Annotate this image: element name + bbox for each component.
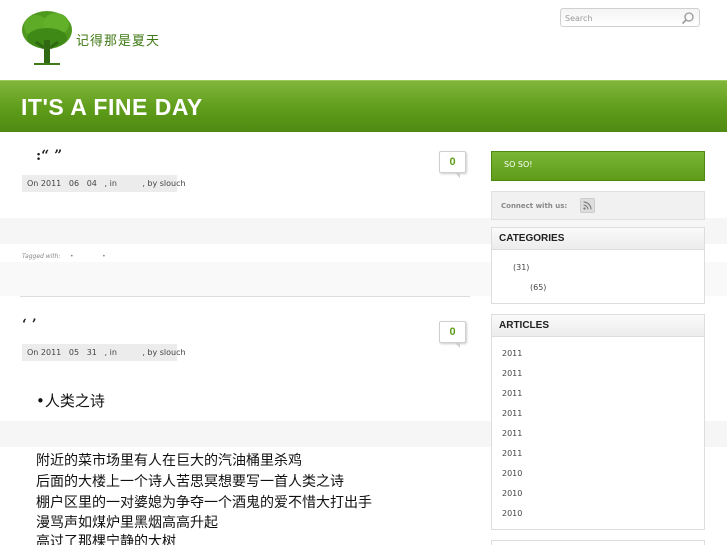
poem-line: 附近的菜市场里有人在巨大的汽油桶里杀鸡 [36, 453, 302, 469]
poem-line: 漫骂声如煤炉里黑烟高高升起 [36, 515, 218, 531]
search-box [560, 8, 700, 27]
comment-count-badge[interactable]: 0 [439, 321, 466, 348]
article-item[interactable]: 2011 [502, 349, 522, 358]
post-divider [20, 296, 470, 297]
articles-widget: ARTICLES 2011 2011 2011 2011 2011 2011 2… [491, 314, 705, 530]
article-item[interactable]: 2011 [502, 449, 522, 458]
connect-label: Connect with us: [501, 202, 568, 210]
search-input[interactable] [565, 11, 677, 25]
poem-line: 高过了那棵宁静的大树 [36, 534, 176, 545]
rss-icon[interactable] [580, 198, 595, 213]
post-tags: Tagged with: • • [22, 253, 106, 260]
categories-widget: CATEGORIES (31) (65) [491, 227, 705, 304]
soso-label: SO SO! [504, 160, 533, 169]
article-item[interactable]: 2010 [502, 469, 522, 478]
next-widget-top [491, 540, 705, 545]
post-title[interactable]: ‘ ’ [22, 317, 37, 333]
site-header: 记得那是夏天 [0, 0, 727, 80]
search-icon[interactable] [681, 11, 695, 25]
site-title[interactable]: IT'S A FINE DAY [21, 94, 203, 121]
post-title[interactable]: :“ ” [36, 148, 62, 164]
site-banner: IT'S A FINE DAY [0, 80, 727, 132]
article-item[interactable]: 2011 [502, 429, 522, 438]
soso-widget[interactable]: SO SO! [491, 151, 705, 181]
article-item[interactable]: 2011 [502, 389, 522, 398]
site-logo-text[interactable]: 记得那是夏天 [76, 30, 160, 49]
category-item[interactable]: (65) [530, 283, 546, 292]
article-item[interactable]: 2011 [502, 409, 522, 418]
article-item[interactable]: 2011 [502, 369, 522, 378]
category-item[interactable]: (31) [513, 263, 529, 272]
post-meta: On 2011 06 04 , in , by slouch [22, 175, 186, 192]
poem-heading: •人类之诗 [36, 392, 105, 410]
article-item[interactable]: 2010 [502, 489, 522, 498]
categories-title: CATEGORIES [492, 228, 704, 250]
tree-logo-icon[interactable] [20, 8, 74, 66]
article-item[interactable]: 2010 [502, 509, 522, 518]
poem-line: 后面的大楼上一个诗人苦思冥想要写一首人类之诗 [36, 474, 344, 490]
comment-count-badge[interactable]: 0 [439, 151, 466, 178]
post-meta: On 2011 05 31 , in , by slouch [22, 344, 186, 361]
connect-widget: Connect with us: [491, 191, 705, 220]
poem-line: 棚户区里的一对婆媳为争夺一个酒鬼的爱不惜大打出手 [36, 495, 372, 511]
articles-title: ARTICLES [492, 315, 704, 337]
